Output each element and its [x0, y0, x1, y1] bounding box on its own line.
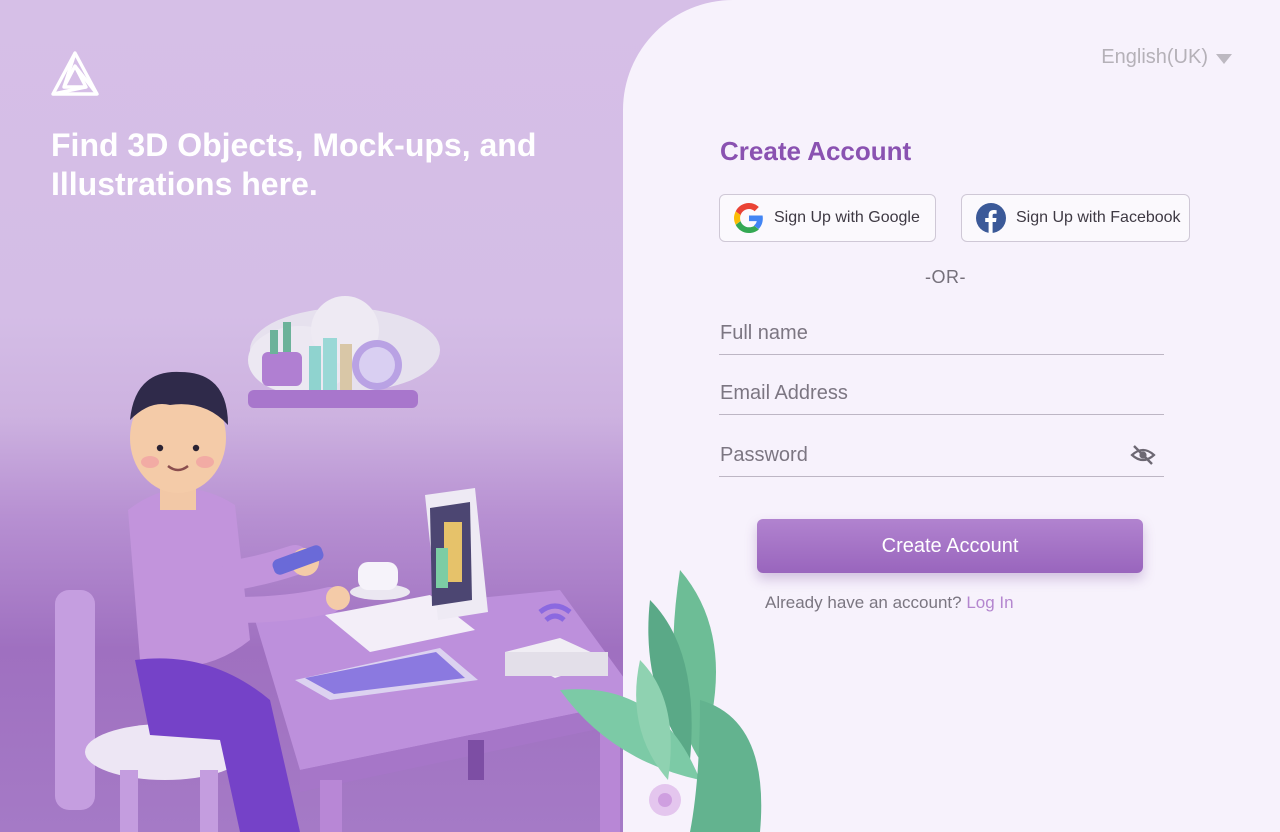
login-prompt: Already have an account? Log In — [765, 593, 1014, 613]
shelf-decor — [248, 296, 440, 408]
login-prompt-text: Already have an account? — [765, 593, 962, 612]
email-field — [719, 374, 1165, 415]
language-selector[interactable]: English(UK) — [1101, 46, 1232, 69]
facebook-button-label: Sign Up with Facebook — [1016, 209, 1181, 226]
password-input[interactable] — [719, 436, 1165, 474]
facebook-icon — [976, 203, 1006, 233]
email-input[interactable] — [719, 374, 1165, 412]
facebook-signup-button[interactable]: Sign Up with Facebook — [961, 194, 1190, 242]
eye-off-icon[interactable] — [1130, 444, 1156, 466]
login-link[interactable]: Log In — [966, 593, 1013, 612]
page-title: Create Account — [720, 136, 912, 166]
fullname-input[interactable] — [719, 314, 1165, 352]
triangle-logo-icon[interactable] — [50, 50, 100, 98]
password-field — [719, 436, 1165, 477]
chevron-down-icon — [1216, 53, 1232, 64]
google-signup-button[interactable]: Sign Up with Google — [719, 194, 936, 242]
language-label: English(UK) — [1101, 46, 1208, 68]
plant-decoration — [560, 570, 762, 832]
laptop — [325, 488, 488, 652]
or-divider: -OR- — [925, 267, 966, 287]
coffee-cup — [350, 562, 410, 600]
fullname-field — [719, 314, 1165, 355]
google-button-label: Sign Up with Google — [774, 209, 920, 226]
hero-tagline: Find 3D Objects, Mock-ups, and Illustrat… — [51, 127, 537, 202]
create-account-button[interactable]: Create Account — [757, 519, 1143, 573]
google-icon — [734, 203, 763, 233]
